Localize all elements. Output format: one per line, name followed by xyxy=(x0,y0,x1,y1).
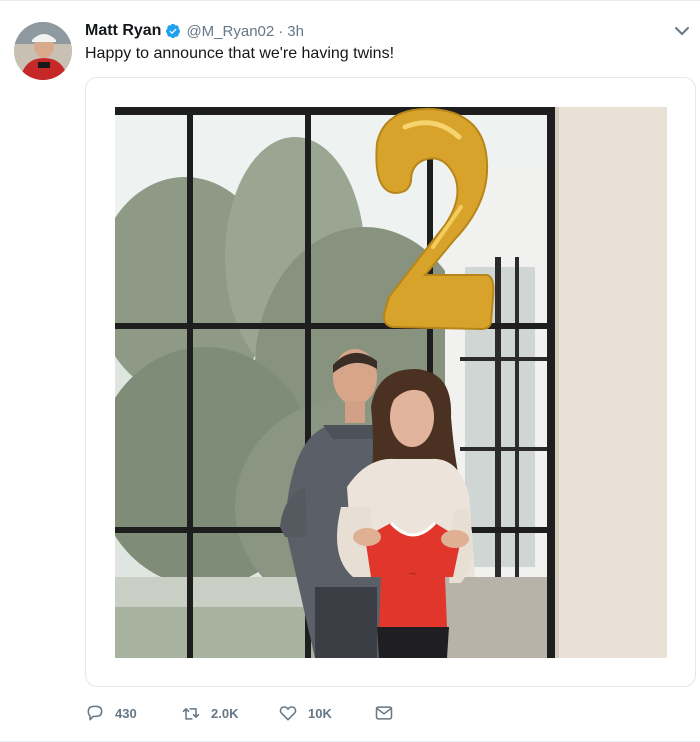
retweet-count: 2.0K xyxy=(211,705,239,721)
author-handle[interactable]: @M_Ryan02 xyxy=(186,23,274,40)
reply-count: 430 xyxy=(115,705,137,721)
author-name[interactable]: Matt Ryan xyxy=(85,22,161,40)
reply-button[interactable]: 430 xyxy=(85,703,137,723)
retweet-icon xyxy=(182,708,200,720)
tweet-text: Happy to announce that we're having twin… xyxy=(85,45,395,62)
direct-message-button[interactable] xyxy=(374,703,394,723)
tweet-photo[interactable]: ~ xyxy=(115,107,667,658)
heart-icon xyxy=(279,706,297,721)
timestamp[interactable]: 3h xyxy=(287,23,304,40)
like-button[interactable]: 10K xyxy=(278,703,332,723)
svg-text:~: ~ xyxy=(408,567,417,580)
avatar-image xyxy=(14,22,72,80)
avatar[interactable] xyxy=(14,22,72,80)
media-card[interactable]: ~ xyxy=(85,77,696,687)
tweet-card[interactable]: Matt Ryan @M_Ryan02 · 3h Happy to announ… xyxy=(0,0,700,742)
retweet-button[interactable]: 2.0K xyxy=(181,703,238,723)
envelope-icon xyxy=(375,706,393,720)
tweet-header: Matt Ryan @M_Ryan02 · 3h xyxy=(85,21,304,41)
chevron-down-icon[interactable] xyxy=(674,25,690,37)
like-count: 10K xyxy=(308,705,332,721)
verified-badge-icon xyxy=(166,23,181,39)
separator-dot: · xyxy=(278,22,284,40)
reply-icon xyxy=(87,705,103,721)
